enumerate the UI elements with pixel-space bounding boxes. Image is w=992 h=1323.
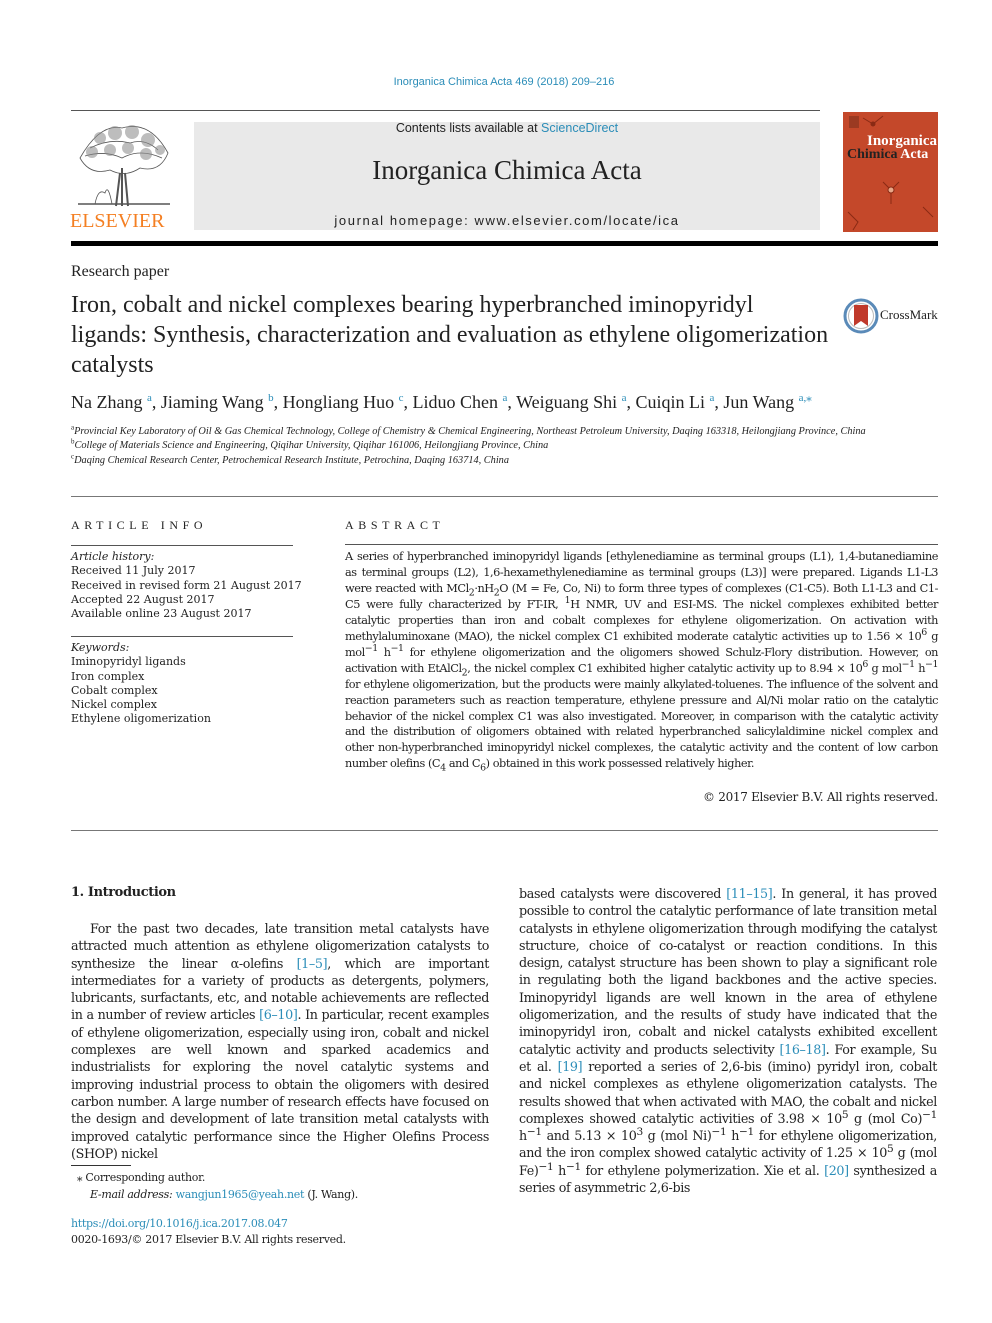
citation-link[interactable]: [16–18] (780, 1042, 826, 1057)
corresponding-author-footnote: ⁎ Corresponding author. E-mail address: … (77, 1170, 358, 1203)
keywords-label: Keywords: (71, 641, 130, 654)
author-affiliation-mark[interactable]: a (502, 392, 507, 404)
affiliation-text: Provincial Key Laboratory of Oil & Gas C… (74, 426, 866, 437)
author[interactable]: Hongliang Huo (283, 392, 395, 412)
section-divider (71, 830, 938, 831)
keyword: Iminopyridyl ligands (71, 655, 186, 669)
abstract-rule (345, 544, 938, 545)
article-history: Article history: Received 11 July 2017 R… (71, 550, 311, 621)
body-column-left: For the past two decades, late transitio… (71, 921, 490, 1161)
article-type: Research paper (71, 263, 170, 280)
cover-title-chimica: Chimica (847, 147, 898, 162)
cover-molecule-icon (847, 115, 934, 231)
author[interactable]: Liduo Chen (412, 392, 498, 412)
affiliation: bCollege of Materials Science and Engine… (71, 438, 871, 453)
author[interactable]: Jun Wang (723, 392, 794, 412)
author-affiliation-mark[interactable]: c (399, 392, 404, 404)
author-affiliation-mark[interactable]: b (268, 392, 274, 404)
keywords-rule (71, 636, 293, 637)
keywords: Keywords: Iminopyridyl ligands Iron comp… (71, 641, 311, 727)
keyword: Cobalt complex (71, 683, 158, 697)
keyword: Nickel complex (71, 698, 157, 712)
body-column-right: based catalysts were discovered [11–15].… (519, 886, 937, 1196)
journal-cover-image[interactable]: Inorganica Chimica Acta (843, 112, 938, 232)
author-affiliation-mark[interactable]: a (710, 392, 715, 404)
affiliation-text: College of Materials Science and Enginee… (74, 440, 549, 452)
journal-reference-link[interactable]: Inorganica Chimica Acta 469 (2018) 209–2… (0, 76, 992, 88)
article-info-heading: ARTICLE INFO (71, 518, 208, 532)
corresponding-text: Corresponding author. (82, 1171, 206, 1184)
contents-line: Contents lists available at ScienceDirec… (194, 121, 820, 135)
journal-homepage: journal homepage: www.elsevier.com/locat… (194, 213, 820, 228)
author[interactable]: Cuiqin Li (636, 392, 706, 412)
homepage-prefix: journal homepage: (334, 213, 475, 228)
abstract-heading: ABSTRACT (345, 518, 445, 532)
author-affiliation-mark[interactable]: a (622, 392, 627, 404)
article-info-rule (71, 545, 293, 546)
cover-title-acta: Acta (900, 147, 929, 162)
article-title: Iron, cobalt and nickel complexes bearin… (71, 292, 829, 378)
citation-link[interactable]: [19] (558, 1059, 583, 1074)
author-affiliation-mark[interactable]: a (147, 392, 152, 404)
citation-link[interactable]: [20] (824, 1163, 849, 1178)
citation-link[interactable]: [6–10] (259, 1007, 298, 1022)
email-link[interactable]: wangjun1965@yeah.net (176, 1188, 305, 1201)
keyword: Ethylene oligomerization (71, 712, 211, 726)
header-thick-rule (71, 241, 938, 246)
author[interactable]: Weiguang Shi (516, 392, 617, 412)
crossmark-icon (843, 298, 879, 334)
journal-title: Inorganica Chimica Acta (372, 155, 642, 185)
issn-line: 0020-1693/© 2017 Elsevier B.V. All right… (71, 1233, 346, 1246)
history-item: Available online 23 August 2017 (71, 607, 252, 621)
contents-prefix: Contents lists available at (395, 121, 542, 135)
header-rule (71, 110, 820, 111)
author-list: Na Zhang a, Jiaming Wang b, Hongliang Hu… (71, 392, 812, 412)
cover-title-line2: Chimica Acta (847, 148, 937, 162)
crossmark-label[interactable]: CrossMark (880, 307, 938, 323)
history-item: Accepted 22 August 2017 (71, 592, 215, 606)
author-affiliation-mark[interactable]: a,⁎ (799, 392, 812, 404)
affiliation: cDaqing Chemical Research Center, Petroc… (71, 453, 871, 468)
citation-link[interactable]: [11–15] (726, 886, 772, 901)
email-suffix: (J. Wang). (304, 1187, 358, 1201)
doi-block: https://doi.org/10.1016/j.ica.2017.08.04… (71, 1216, 346, 1248)
affiliation: aProvincial Key Laboratory of Oil & Gas … (71, 424, 871, 439)
author[interactable]: Na Zhang (71, 392, 142, 412)
doi-link[interactable]: https://doi.org/10.1016/j.ica.2017.08.04… (71, 1217, 288, 1230)
history-item: Received in revised form 21 August 2017 (71, 578, 302, 592)
section-heading-introduction: 1. Introduction (71, 885, 176, 900)
footnote-rule (71, 1165, 131, 1166)
section-divider (71, 496, 938, 497)
keyword: Iron complex (71, 669, 145, 683)
history-item: Received 11 July 2017 (71, 564, 196, 578)
citation-link[interactable]: [1–5] (297, 956, 328, 971)
abstract-copyright: © 2017 Elsevier B.V. All rights reserved… (703, 790, 938, 804)
homepage-url-link[interactable]: www.elsevier.com/locate/ica (475, 213, 680, 228)
sciencedirect-link[interactable]: ScienceDirect (541, 121, 618, 135)
article-history-label: Article history: (71, 550, 155, 563)
email-label: E-mail address: (90, 1187, 176, 1201)
affiliations: aProvincial Key Laboratory of Oil & Gas … (71, 424, 871, 468)
abstract-text: A series of hyperbranched iminopyridyl l… (345, 550, 938, 774)
cover-title-line1: Inorganica (866, 133, 937, 149)
elsevier-wordmark: ELSEVIER (70, 210, 165, 232)
author[interactable]: Jiaming Wang (161, 392, 264, 412)
affiliation-text: Daqing Chemical Research Center, Petroch… (74, 454, 509, 466)
